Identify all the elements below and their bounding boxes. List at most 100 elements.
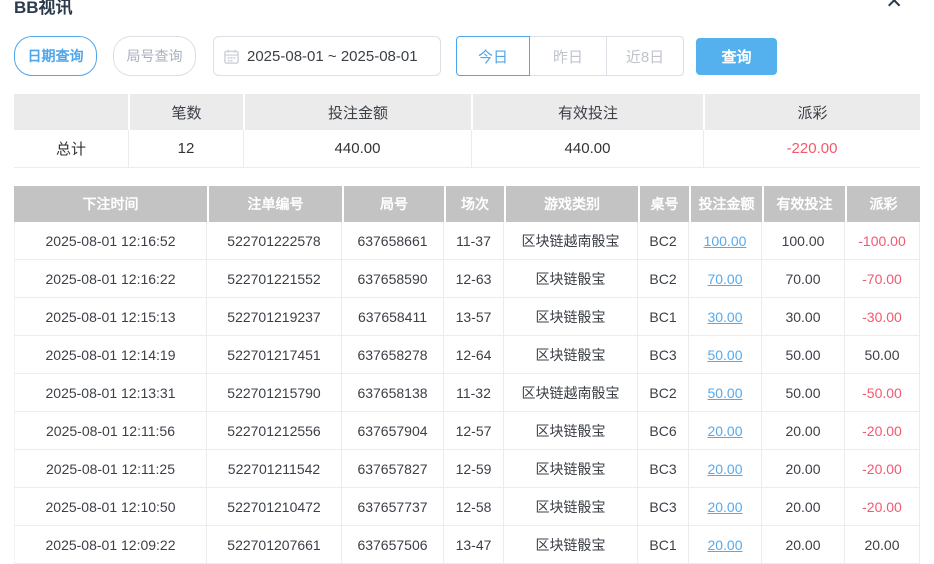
valid-bet-cell: 20.00 xyxy=(762,412,845,449)
session-cell: 12-59 xyxy=(444,450,504,487)
table-no-cell: BC6 xyxy=(638,412,689,449)
table-row: 2025-08-01 12:16:22522701221552637658590… xyxy=(14,260,920,298)
order-no-cell: 522701210472 xyxy=(207,488,342,525)
header-table-no: 桌号 xyxy=(638,186,689,222)
payout-cell: -30.00 xyxy=(845,298,920,335)
game-type-cell: 区块链越南骰宝 xyxy=(504,222,638,259)
game-type-cell: 区块链骰宝 xyxy=(504,260,638,297)
header-payout: 派彩 xyxy=(845,186,920,222)
game-type-cell: 区块链骰宝 xyxy=(504,526,638,563)
payout-cell: -50.00 xyxy=(845,374,920,411)
round-no-cell: 637658590 xyxy=(342,260,444,297)
summary-header-blank xyxy=(14,94,128,130)
table-row: 2025-08-01 12:11:56522701212556637657904… xyxy=(14,412,920,450)
table-no-cell: BC2 xyxy=(638,260,689,297)
summary-header-valid-bet: 有效投注 xyxy=(471,94,703,130)
round-no-cell: 637658278 xyxy=(342,336,444,373)
order-no-cell: 522701211542 xyxy=(207,450,342,487)
order-no-cell: 522701221552 xyxy=(207,260,342,297)
summary-total-valid-bet: 440.00 xyxy=(471,130,703,167)
bet-time-cell: 2025-08-01 12:10:50 xyxy=(14,488,207,525)
last-8-days-button[interactable]: 近8日 xyxy=(606,36,684,76)
bet-amount-link[interactable]: 20.00 xyxy=(689,526,762,563)
round-no-cell: 637658411 xyxy=(342,298,444,335)
valid-bet-cell: 30.00 xyxy=(762,298,845,335)
yesterday-button[interactable]: 昨日 xyxy=(529,36,607,76)
summary-header-count: 笔数 xyxy=(128,94,243,130)
session-cell: 12-64 xyxy=(444,336,504,373)
summary-table: 笔数 投注金额 有效投注 派彩 总计 12 440.00 440.00 -220… xyxy=(14,94,920,168)
game-type-cell: 区块链骰宝 xyxy=(504,336,638,373)
calendar-icon xyxy=(224,49,239,64)
bet-amount-link[interactable]: 50.00 xyxy=(689,374,762,411)
header-bet-time: 下注时间 xyxy=(14,186,207,222)
close-icon[interactable]: ✕ xyxy=(885,0,903,12)
session-cell: 12-57 xyxy=(444,412,504,449)
round-no-cell: 637657827 xyxy=(342,450,444,487)
valid-bet-cell: 100.00 xyxy=(762,222,845,259)
header-game-type: 游戏类别 xyxy=(504,186,638,222)
valid-bet-cell: 20.00 xyxy=(762,488,845,525)
search-button[interactable]: 查询 xyxy=(696,38,777,75)
summary-total-payout: -220.00 xyxy=(703,130,920,167)
today-button[interactable]: 今日 xyxy=(456,36,530,76)
game-type-cell: 区块链骰宝 xyxy=(504,450,638,487)
bet-amount-link[interactable]: 50.00 xyxy=(689,336,762,373)
bet-amount-link[interactable]: 20.00 xyxy=(689,450,762,487)
bet-time-cell: 2025-08-01 12:11:56 xyxy=(14,412,207,449)
bet-amount-link[interactable]: 70.00 xyxy=(689,260,762,297)
payout-cell: -20.00 xyxy=(845,450,920,487)
round-no-cell: 637658138 xyxy=(342,374,444,411)
game-type-cell: 区块链骰宝 xyxy=(504,412,638,449)
table-no-cell: BC1 xyxy=(638,298,689,335)
bet-amount-link[interactable]: 20.00 xyxy=(689,488,762,525)
bet-time-cell: 2025-08-01 12:15:13 xyxy=(14,298,207,335)
bet-time-cell: 2025-08-01 12:14:19 xyxy=(14,336,207,373)
bet-table-header-row: 下注时间注单编号局号场次游戏类别桌号投注金额有效投注派彩 xyxy=(14,186,920,222)
round-no-cell: 637657506 xyxy=(342,526,444,563)
bet-table-body: 2025-08-01 12:16:52522701222578637658661… xyxy=(14,222,920,564)
table-row: 2025-08-01 12:10:50522701210472637657737… xyxy=(14,488,920,526)
round-no-cell: 637657737 xyxy=(342,488,444,525)
date-range-picker[interactable]: 2025-08-01 ~ 2025-08-01 xyxy=(213,36,441,76)
payout-cell: -100.00 xyxy=(845,222,920,259)
table-no-cell: BC3 xyxy=(638,450,689,487)
session-cell: 11-37 xyxy=(444,222,504,259)
toolbar: 日期查询 局号查询 2025-08-01 ~ 2025-08-01 今日 昨日 … xyxy=(14,36,920,76)
header-session: 场次 xyxy=(444,186,504,222)
tab-round-query[interactable]: 局号查询 xyxy=(113,36,196,76)
summary-total-row: 总计 12 440.00 440.00 -220.00 xyxy=(14,130,920,168)
summary-total-bet-amount: 440.00 xyxy=(243,130,471,167)
table-no-cell: BC3 xyxy=(638,336,689,373)
bet-time-cell: 2025-08-01 12:09:22 xyxy=(14,526,207,563)
session-cell: 12-63 xyxy=(444,260,504,297)
table-no-cell: BC2 xyxy=(638,374,689,411)
round-no-cell: 637658661 xyxy=(342,222,444,259)
payout-cell: 50.00 xyxy=(845,336,920,373)
payout-cell: -20.00 xyxy=(845,488,920,525)
valid-bet-cell: 50.00 xyxy=(762,374,845,411)
session-cell: 12-58 xyxy=(444,488,504,525)
valid-bet-cell: 20.00 xyxy=(762,526,845,563)
table-row: 2025-08-01 12:14:19522701217451637658278… xyxy=(14,336,920,374)
order-no-cell: 522701207661 xyxy=(207,526,342,563)
valid-bet-cell: 20.00 xyxy=(762,450,845,487)
header-round-no: 局号 xyxy=(342,186,444,222)
game-type-cell: 区块链骰宝 xyxy=(504,488,638,525)
table-no-cell: BC2 xyxy=(638,222,689,259)
bet-amount-link[interactable]: 20.00 xyxy=(689,412,762,449)
game-type-cell: 区块链越南骰宝 xyxy=(504,374,638,411)
table-no-cell: BC3 xyxy=(638,488,689,525)
payout-cell: -70.00 xyxy=(845,260,920,297)
table-row: 2025-08-01 12:11:25522701211542637657827… xyxy=(14,450,920,488)
order-no-cell: 522701217451 xyxy=(207,336,342,373)
tab-date-query[interactable]: 日期查询 xyxy=(14,36,97,76)
header-bet-amount: 投注金额 xyxy=(689,186,762,222)
summary-header-row: 笔数 投注金额 有效投注 派彩 xyxy=(14,94,920,130)
table-no-cell: BC1 xyxy=(638,526,689,563)
table-row: 2025-08-01 12:13:31522701215790637658138… xyxy=(14,374,920,412)
session-cell: 11-32 xyxy=(444,374,504,411)
bet-amount-link[interactable]: 30.00 xyxy=(689,298,762,335)
summary-total-label: 总计 xyxy=(14,130,128,167)
bet-amount-link[interactable]: 100.00 xyxy=(689,222,762,259)
